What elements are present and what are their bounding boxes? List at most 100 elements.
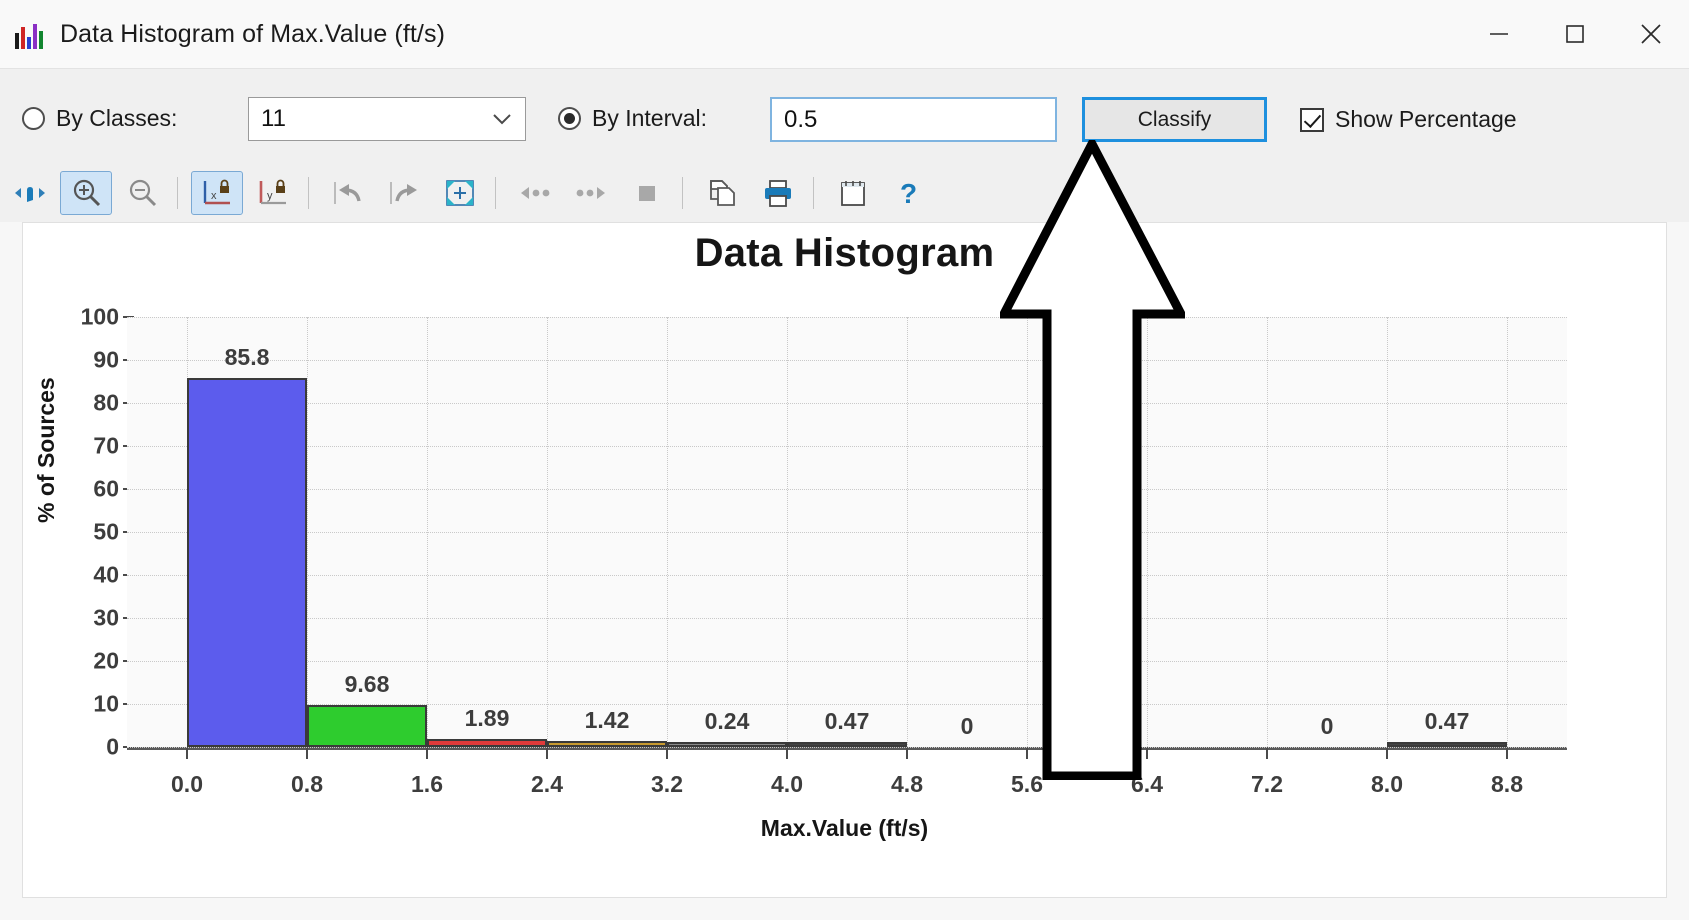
by-interval-radio-circle[interactable]: [558, 107, 581, 130]
notes-icon[interactable]: [827, 171, 879, 215]
gridline-horizontal: [127, 403, 1567, 404]
gridline-vertical: [547, 317, 548, 747]
x-axis-tick-label: 4.8: [891, 771, 923, 798]
y-axis-tick-label: 50: [93, 519, 119, 546]
zoom-out-icon[interactable]: [116, 171, 168, 215]
gridline-vertical: [907, 317, 908, 747]
toolbar-divider: [682, 177, 683, 209]
plot-area: [127, 317, 1567, 747]
x-axis-tickmark: [1386, 747, 1388, 759]
help-icon[interactable]: ?: [883, 171, 935, 215]
histogram-bar[interactable]: [667, 742, 787, 747]
x-axis-tickmark: [186, 747, 188, 759]
interval-input[interactable]: 0.5: [770, 97, 1057, 142]
by-classes-radio[interactable]: By Classes:: [22, 105, 177, 132]
histogram-bar[interactable]: [1387, 742, 1507, 747]
x-axis-tickmark: [546, 747, 548, 759]
gridline-horizontal: [127, 532, 1567, 533]
x-axis-tickmark: [426, 747, 428, 759]
y-axis-tick-label: 10: [93, 691, 119, 718]
close-button[interactable]: [1613, 0, 1689, 68]
y-axis-tick-label: 40: [93, 562, 119, 589]
bar-value-label: 0.47: [1425, 708, 1470, 735]
show-percentage-checkbox-box[interactable]: [1300, 108, 1324, 132]
bar-value-label: 9.68: [345, 671, 390, 698]
minimize-button[interactable]: [1461, 0, 1537, 68]
y-axis-tick-label: 70: [93, 433, 119, 460]
gridline-vertical: [1147, 317, 1148, 747]
gridline-vertical: [1507, 317, 1508, 747]
gridline-horizontal: [127, 747, 1567, 748]
classes-count-combobox[interactable]: 11: [248, 97, 526, 141]
bar-value-label: 0: [1321, 713, 1334, 740]
step-back-icon[interactable]: [509, 171, 561, 215]
svg-text:?: ?: [900, 178, 917, 208]
x-axis-label: Max.Value (ft/s): [23, 815, 1666, 842]
gridline-vertical: [1027, 317, 1028, 747]
y-axis-tick-label: 0: [106, 734, 119, 761]
gridline-vertical: [1267, 317, 1268, 747]
histogram-bar[interactable]: [787, 742, 907, 747]
toolbar-divider: [177, 177, 178, 209]
lock-x-axis-icon[interactable]: x: [191, 171, 243, 215]
by-classes-radio-circle[interactable]: [22, 107, 45, 130]
chart-panel: Data Histogram % of Sources Max.Value (f…: [22, 222, 1667, 898]
by-interval-radio[interactable]: By Interval:: [558, 105, 707, 132]
x-axis-tick-label: 5.6: [1011, 771, 1043, 798]
x-axis-tickmark: [786, 747, 788, 759]
stop-icon[interactable]: [621, 171, 673, 215]
gridline-vertical: [307, 317, 308, 747]
classes-count-value: 11: [249, 105, 479, 133]
x-axis-tickmark: [666, 747, 668, 759]
y-axis-tick-label: 90: [93, 347, 119, 374]
chevron-down-icon[interactable]: [479, 112, 525, 126]
gridline-horizontal: [127, 618, 1567, 619]
classification-control-bar: By Classes: 11 By Interval: 0.5 Classify…: [0, 68, 1689, 165]
histogram-icon: [14, 19, 44, 49]
x-axis-tickmark: [1506, 747, 1508, 759]
bar-value-label: 0: [1081, 713, 1094, 740]
copy-icon[interactable]: [696, 171, 748, 215]
print-icon[interactable]: [752, 171, 804, 215]
show-percentage-checkbox[interactable]: Show Percentage: [1300, 106, 1517, 133]
gridline-horizontal: [127, 446, 1567, 447]
pan-icon[interactable]: [4, 171, 56, 215]
histogram-window: Data Histogram of Max.Value (ft/s) By Cl…: [0, 0, 1689, 920]
gridline-horizontal: [127, 360, 1567, 361]
bar-value-label: 0: [961, 713, 974, 740]
x-axis-tick-label: 4.0: [771, 771, 803, 798]
x-axis-tick-label: 1.6: [411, 771, 443, 798]
histogram-bar[interactable]: [427, 739, 547, 747]
gridline-vertical: [1387, 317, 1388, 747]
y-axis-tick-label: 30: [93, 605, 119, 632]
gridline-horizontal: [127, 317, 1567, 318]
redo-icon[interactable]: [378, 171, 430, 215]
interval-input-value: 0.5: [772, 106, 817, 134]
classify-button[interactable]: Classify: [1082, 97, 1267, 142]
chart-title: Data Histogram: [23, 231, 1666, 276]
histogram-bar[interactable]: [187, 378, 307, 747]
x-axis-tickmark: [1266, 747, 1268, 759]
maximize-button[interactable]: [1537, 0, 1613, 68]
fit-to-screen-icon[interactable]: [434, 171, 486, 215]
bar-value-label: 0.47: [825, 708, 870, 735]
undo-icon[interactable]: [322, 171, 374, 215]
x-axis-tickmark: [906, 747, 908, 759]
chart-toolbar: x y: [0, 164, 1689, 222]
histogram-bar[interactable]: [547, 741, 667, 747]
x-axis-tick-label: 7.2: [1251, 771, 1283, 798]
bar-value-label: 85.8: [225, 344, 270, 371]
zoom-in-icon[interactable]: [60, 171, 112, 215]
x-axis-tickmark: [306, 747, 308, 759]
lock-y-axis-icon[interactable]: y: [247, 171, 299, 215]
x-axis-tick-label: 3.2: [651, 771, 683, 798]
x-axis-tick-label: 2.4: [531, 771, 563, 798]
show-percentage-label: Show Percentage: [1335, 106, 1517, 133]
gridline-vertical: [787, 317, 788, 747]
x-axis-tick-label: 6.4: [1131, 771, 1163, 798]
histogram-bar[interactable]: [307, 705, 427, 747]
gridline-horizontal: [127, 661, 1567, 662]
x-axis-tickmark: [1146, 747, 1148, 759]
step-forward-icon[interactable]: [565, 171, 617, 215]
y-axis-tick-label: 100: [81, 304, 119, 331]
